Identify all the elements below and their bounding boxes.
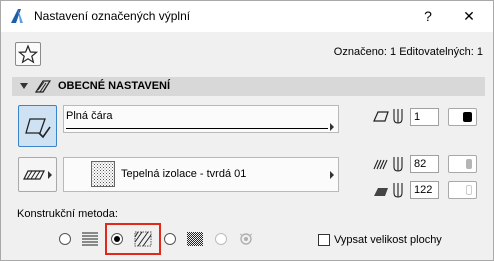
- cut-fill-icon: [23, 170, 52, 180]
- close-button[interactable]: ✕: [459, 6, 479, 26]
- construction-radio-lines[interactable]: [59, 233, 71, 245]
- line-type-dropdown[interactable]: Plná čára: [63, 105, 339, 133]
- foreground-color-swatch[interactable]: [448, 155, 477, 173]
- foreground-color-fill: [466, 159, 472, 169]
- checker-pattern-icon: [187, 232, 203, 246]
- outline-pen-input[interactable]: 1: [410, 108, 439, 126]
- foreground-pen-input[interactable]: 82: [410, 155, 439, 173]
- favorites-button[interactable]: [15, 42, 41, 66]
- help-button[interactable]: ?: [418, 6, 438, 26]
- fill-pattern-preview-icon: [91, 161, 115, 187]
- section-title: OBECNÉ NASTAVENÍ: [58, 80, 171, 92]
- outline-color-swatch[interactable]: [448, 108, 477, 126]
- dropdown-arrow-icon: [330, 123, 334, 131]
- construction-radio-symbol[interactable]: [215, 233, 227, 245]
- fill-type-button[interactable]: [18, 157, 57, 192]
- background-color-fill: [466, 185, 472, 195]
- window-title: Nastavení označených výplní: [34, 9, 191, 23]
- archicad-logo-icon: [11, 9, 23, 23]
- background-pen-input[interactable]: 122: [410, 181, 439, 199]
- title-bar: Nastavení označených výplní ? ✕: [1, 1, 493, 32]
- show-area-checkbox[interactable]: [318, 234, 330, 246]
- line-sample: [66, 128, 328, 129]
- symbol-fill-icon: [239, 233, 253, 245]
- selection-status: Označeno: 1 Editovatelných: 1: [333, 46, 483, 58]
- foreground-pen-icon: [373, 157, 403, 172]
- horizontal-lines-icon: [82, 232, 98, 246]
- selection-highlight: [105, 223, 161, 255]
- line-type-label: Plná čára: [66, 110, 113, 122]
- construction-radio-checker[interactable]: [164, 233, 176, 245]
- background-pen-icon: [374, 183, 403, 198]
- general-settings-header[interactable]: OBECNÉ NASTAVENÍ: [12, 77, 485, 96]
- dialog-window: Nastavení označených výplní ? ✕ Označeno…: [0, 0, 494, 261]
- background-color-swatch[interactable]: [448, 181, 477, 199]
- collapse-arrow-icon[interactable]: [20, 83, 28, 89]
- star-icon: [17, 44, 39, 64]
- fill-type-dropdown[interactable]: Tepelná izolace - tvrdá 01: [63, 157, 339, 192]
- fill-outline-toggle-button[interactable]: [18, 105, 57, 147]
- hatch-section-icon: [35, 80, 51, 93]
- fill-outline-check-icon: [25, 118, 51, 139]
- show-area-label[interactable]: Vypsat velikost plochy: [334, 234, 442, 246]
- dropdown-arrow-icon: [330, 171, 334, 179]
- fill-type-label: Tepelná izolace - tvrdá 01: [121, 168, 247, 180]
- outline-pen-icon: [373, 109, 403, 124]
- construction-method-label: Konstrukční metoda:: [17, 208, 118, 220]
- outline-color-fill: [463, 112, 472, 122]
